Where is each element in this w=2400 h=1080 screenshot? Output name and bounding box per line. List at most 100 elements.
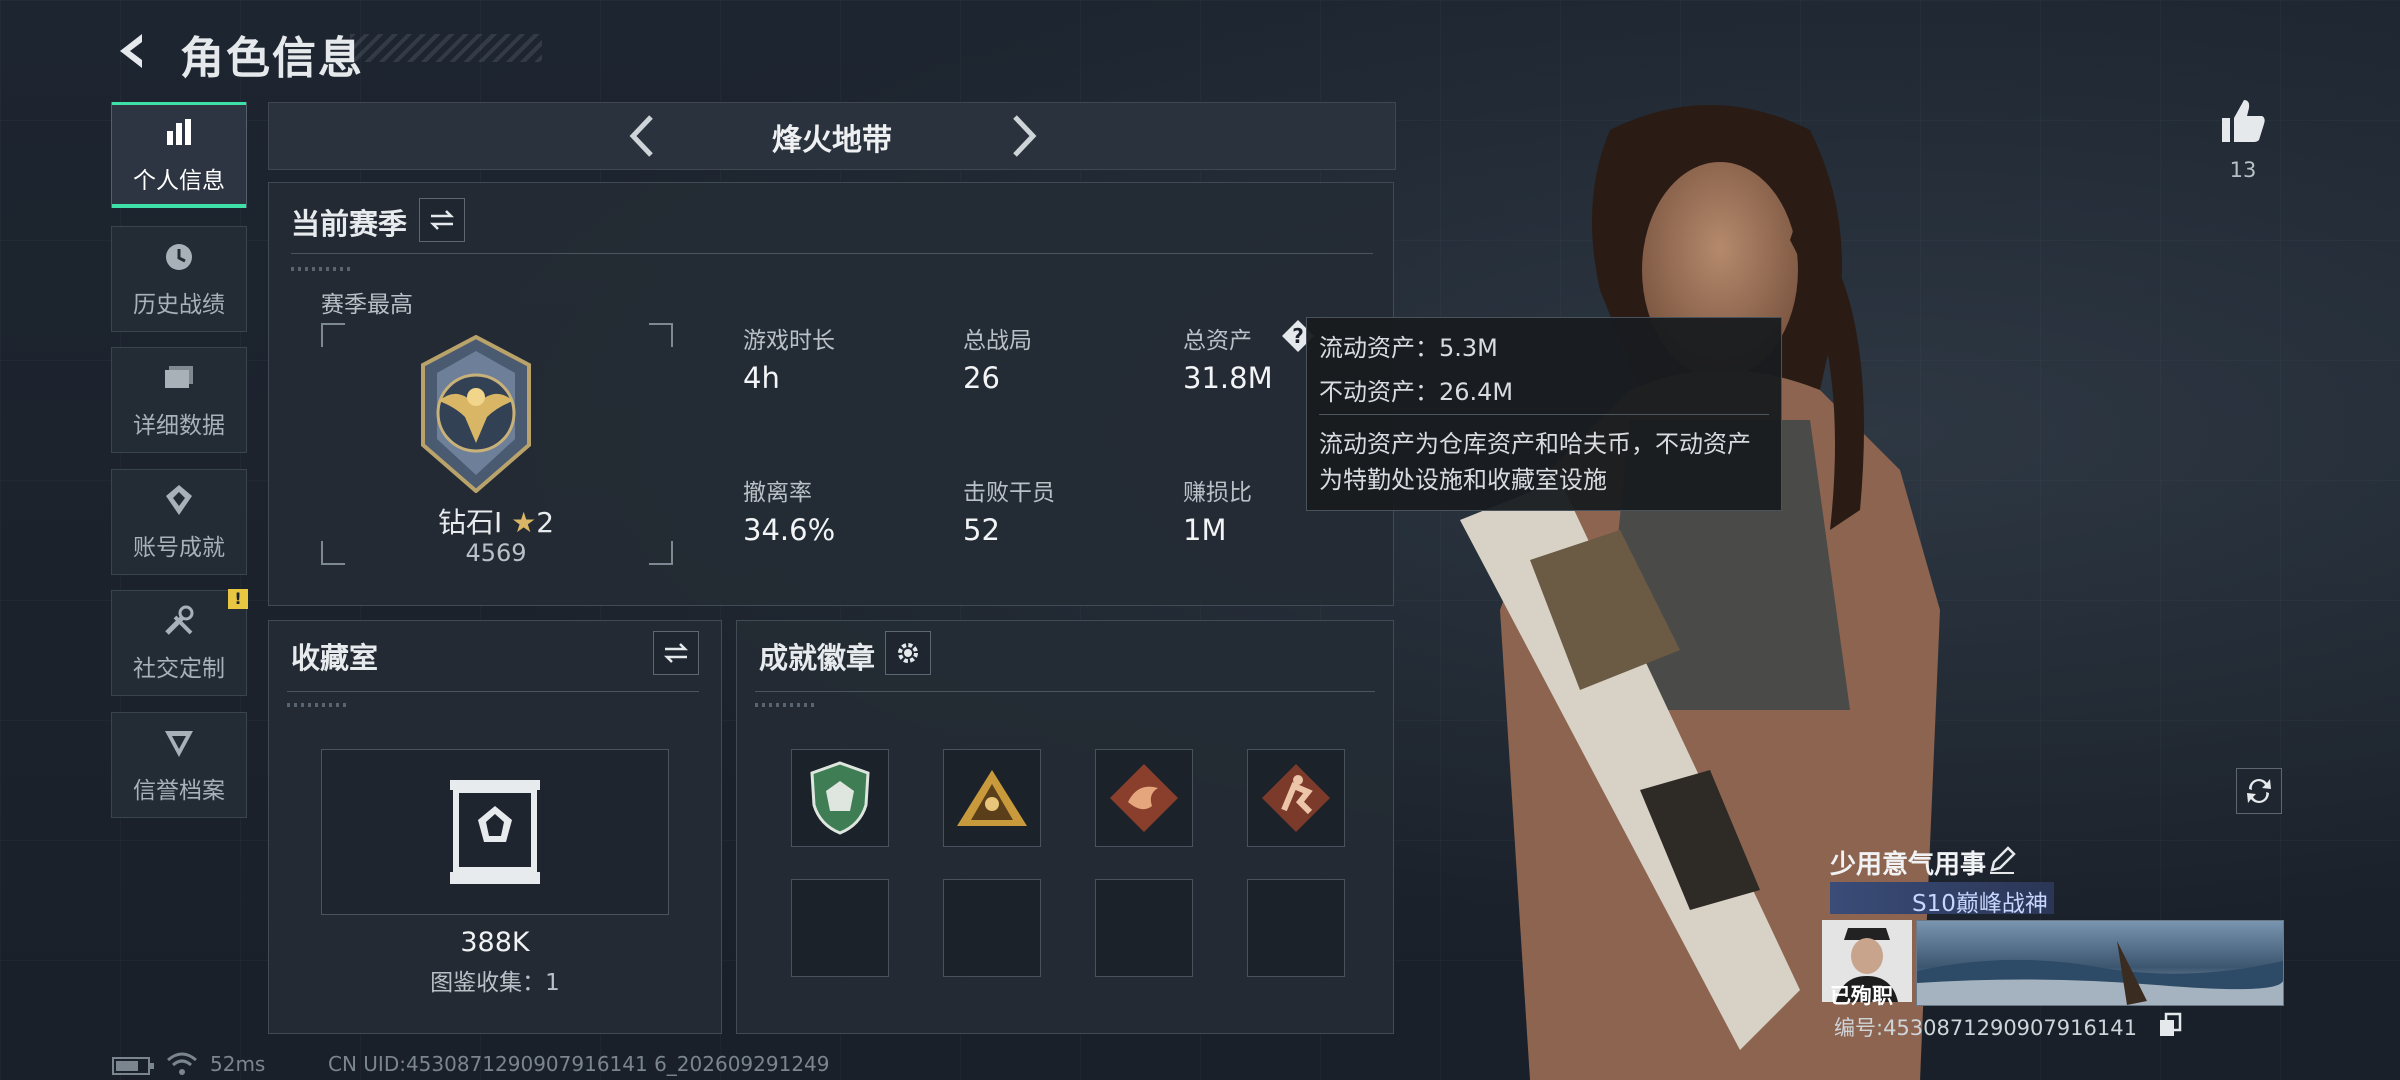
likes-count: 13 bbox=[2229, 158, 2257, 182]
title-decoration bbox=[350, 34, 542, 62]
badge-slot[interactable] bbox=[1095, 749, 1193, 847]
season-switch-button[interactable] bbox=[419, 198, 465, 242]
stat-label-playtime: 游戏时长 bbox=[743, 328, 835, 354]
season-title-tag: S10巅峰战神 bbox=[1912, 891, 2048, 917]
achievement-icon bbox=[166, 485, 192, 515]
diamond-rank-emblem-icon bbox=[421, 335, 531, 493]
stat-value-assets: 31.8M bbox=[1183, 361, 1273, 395]
swap-icon bbox=[429, 210, 455, 230]
stat-label-matches: 总战局 bbox=[963, 328, 1032, 354]
star-icon: ★ bbox=[511, 506, 537, 539]
fixed-assets: 不动资产：26.4M bbox=[1319, 378, 1514, 406]
player-name: 少用意气用事 bbox=[1830, 850, 1987, 880]
bar-chart-icon bbox=[167, 119, 191, 145]
banner-image bbox=[1917, 941, 2283, 1005]
season-title-banner: S10巅峰战神 bbox=[1830, 882, 2054, 917]
tooltip-divider bbox=[1319, 414, 1769, 415]
rank-label: 钻石Ⅰ ★2 bbox=[321, 501, 671, 541]
notification-badge: ! bbox=[228, 589, 248, 609]
stat-value-matches: 26 bbox=[963, 361, 1000, 395]
rank-score: 4569 bbox=[465, 539, 527, 567]
divider bbox=[755, 691, 1375, 692]
tooltip-desc-2: 为特勤处设施和收藏室设施 bbox=[1319, 466, 1607, 494]
tooltip-desc-1: 流动资产为仓库资产和哈夫币，不动资产 bbox=[1319, 430, 1751, 458]
decoration-dots bbox=[287, 703, 347, 707]
sidebar-item-personal-info[interactable]: 个人信息 bbox=[111, 102, 247, 208]
liquid-assets: 流动资产：5.3M bbox=[1319, 334, 1498, 362]
sidebar-item-label: 信誉档案 bbox=[133, 778, 225, 804]
profile-banner[interactable] bbox=[1916, 920, 2284, 1006]
empty-badge-slot[interactable] bbox=[1247, 879, 1345, 977]
stat-value-playtime: 4h bbox=[743, 361, 780, 395]
pyramid-badge-icon bbox=[957, 770, 1027, 826]
frame-corner bbox=[321, 323, 345, 347]
stat-value-profit-ratio: 1M bbox=[1183, 513, 1227, 547]
frame-corner bbox=[649, 323, 673, 347]
shield-badge-icon bbox=[810, 761, 870, 835]
badge-slot[interactable] bbox=[791, 749, 889, 847]
rotate-character-button[interactable] bbox=[2236, 768, 2282, 814]
sidebar-item-details[interactable]: 详细数据 bbox=[111, 347, 247, 453]
collection-value: 388K bbox=[460, 927, 530, 958]
mode-title: 烽火地带 bbox=[772, 123, 892, 158]
copy-icon[interactable] bbox=[2158, 1012, 2184, 1038]
divider bbox=[291, 253, 1373, 254]
refresh-icon bbox=[2247, 779, 2271, 803]
collection-panel: 收藏室 388K 图鉴收集：1 bbox=[268, 620, 722, 1034]
uid-text: CN UID:4530871290907916141 6_20260929124… bbox=[328, 1052, 830, 1076]
folder-icon bbox=[165, 366, 193, 388]
battery-icon bbox=[112, 1057, 154, 1075]
wifi-icon bbox=[167, 1052, 197, 1075]
swap-icon bbox=[663, 643, 689, 663]
rank-name: 钻石Ⅰ bbox=[437, 506, 503, 539]
collection-switch-button[interactable] bbox=[653, 631, 699, 675]
tools-icon bbox=[165, 605, 194, 635]
badges-settings-button[interactable] bbox=[885, 631, 931, 675]
next-mode-button[interactable] bbox=[997, 111, 1047, 161]
decoration-dots bbox=[291, 267, 351, 271]
badge-slot[interactable] bbox=[1247, 749, 1345, 847]
season-best-label: 赛季最高 bbox=[321, 292, 413, 318]
divider bbox=[287, 691, 699, 692]
badges-panel: 成就徽章 bbox=[736, 620, 1394, 1034]
sidebar-item-label: 账号成就 bbox=[133, 535, 225, 561]
stat-label-profit-ratio: 赚损比 bbox=[1183, 480, 1252, 506]
catalog-count: 图鉴收集：1 bbox=[430, 970, 560, 996]
sidebar-item-social-custom[interactable]: 社交定制 ! bbox=[111, 589, 248, 696]
collection-preview[interactable] bbox=[321, 749, 669, 915]
ping-value: 52ms bbox=[210, 1052, 266, 1076]
thumbs-up-icon[interactable] bbox=[2218, 96, 2268, 146]
stat-label-extract-rate: 撤离率 bbox=[743, 480, 812, 506]
edit-icon[interactable] bbox=[1988, 846, 2016, 874]
svg-text:?: ? bbox=[1292, 324, 1304, 348]
sidebar-item-label: 社交定制 bbox=[133, 656, 225, 682]
gear-icon bbox=[898, 643, 918, 663]
vault-display-icon bbox=[450, 780, 540, 884]
badge-slot[interactable] bbox=[943, 749, 1041, 847]
empty-badge-slot[interactable] bbox=[1095, 879, 1193, 977]
collection-title: 收藏室 bbox=[291, 641, 379, 675]
season-panel: 当前赛季 赛季最高 钻石Ⅰ ★2 4569 游戏时长 4h 总战局 26 总资产… bbox=[268, 182, 1394, 606]
sidebar-item-label: 历史战绩 bbox=[133, 292, 225, 318]
sidebar-item-achievements[interactable]: 账号成就 bbox=[111, 469, 247, 575]
sidebar-item-label: 详细数据 bbox=[133, 413, 225, 439]
empty-badge-slot[interactable] bbox=[943, 879, 1041, 977]
sidebar-item-label: 个人信息 bbox=[133, 168, 225, 194]
stat-label-kills: 击败干员 bbox=[963, 480, 1055, 506]
player-id: 编号:4530871290907916141 bbox=[1834, 1016, 2137, 1040]
sidebar-item-reputation[interactable]: 信誉档案 bbox=[111, 712, 247, 818]
stat-value-extract-rate: 34.6% bbox=[743, 513, 836, 547]
reputation-icon bbox=[165, 731, 193, 757]
page-title: 角色信息 bbox=[180, 33, 364, 84]
decoration-dots bbox=[755, 703, 815, 707]
sidebar-item-history[interactable]: 历史战绩 bbox=[111, 226, 247, 332]
history-icon bbox=[166, 244, 192, 270]
assets-tooltip: 流动资产：5.3M 不动资产：26.4M 流动资产为仓库资产和哈夫币，不动资产 … bbox=[1306, 317, 1782, 511]
stat-value-kills: 52 bbox=[963, 513, 1000, 547]
back-arrow-icon[interactable] bbox=[110, 28, 156, 74]
climber-badge-icon bbox=[1262, 764, 1330, 832]
badges-title: 成就徽章 bbox=[759, 641, 876, 675]
empty-badge-slot[interactable] bbox=[791, 879, 889, 977]
stat-label-assets: 总资产 bbox=[1183, 328, 1252, 354]
mode-selector: 烽火地带 bbox=[268, 102, 1396, 170]
